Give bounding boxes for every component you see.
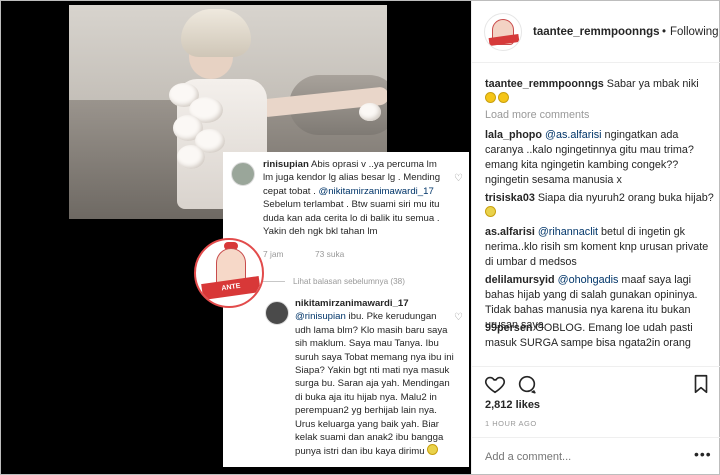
commenter-avatar [231,162,255,186]
comment-item: lala_phopo @as.alfarisi ngingatkan ada c… [485,129,694,186]
heart-icon[interactable]: ♡ [454,313,464,323]
brand-logo: ANTE [194,238,264,308]
post-header: taantee_remmpoonngs • Following [472,1,720,63]
likes-count[interactable]: 2,812 likes [485,399,540,411]
load-more-comments[interactable]: Load more comments [485,109,589,121]
card-comment-likes: 73 suka [315,249,345,259]
post-timestamp: 1 HOUR AGO [485,419,537,428]
header-username[interactable]: taantee_remmpoonngs [533,26,660,38]
emoji-icon [498,92,509,103]
comment-item: as.alfarisi @rihannaclit betul di ingeti… [485,226,709,268]
reply-avatar [265,301,289,325]
emoji-icon [485,206,496,217]
card-comment-1: rinisupian Abis oprasi v ..ya percuma lm… [263,159,441,238]
emoji-icon [427,444,439,456]
more-options-icon[interactable]: ••• [694,446,712,462]
bookmark-icon[interactable] [690,373,712,395]
card-comment-2: nikitamirzanimawardi_17 @rinisupian ibu.… [295,298,454,458]
post-sidebar: taantee_remmpoonngs • Following taantee_… [471,1,720,474]
profile-avatar[interactable] [484,13,522,51]
add-comment-bar: ••• [472,437,720,474]
heart-icon[interactable]: ♡ [454,174,464,184]
caption-username[interactable]: taantee_remmpoonngs [485,78,604,90]
card-comment-time: 7 jam [263,249,284,259]
caption: taantee_remmpoonngs Sabar ya mbak niki [485,77,717,107]
following-button[interactable]: Following [670,26,719,38]
post-actions [472,366,720,396]
post-media[interactable]: rinisupian Abis oprasi v ..ya percuma lm… [1,1,471,474]
emoji-icon [485,92,496,103]
comment-screenshot-card: rinisupian Abis oprasi v ..ya percuma lm… [223,152,469,467]
add-comment-input[interactable] [485,449,685,465]
comment-item: trisiska03 Siapa dia nyuruh2 orang buka … [485,191,717,221]
divider [263,281,285,282]
view-previous-replies[interactable]: Lihat balasan sebelumnya (38) [293,277,405,286]
comment-bubble-icon[interactable] [516,373,538,395]
comment-item: 99persen GOBLOG. Emang loe udah pasti ma… [485,322,693,349]
header-separator: • [662,26,667,38]
like-heart-icon[interactable] [484,373,506,395]
